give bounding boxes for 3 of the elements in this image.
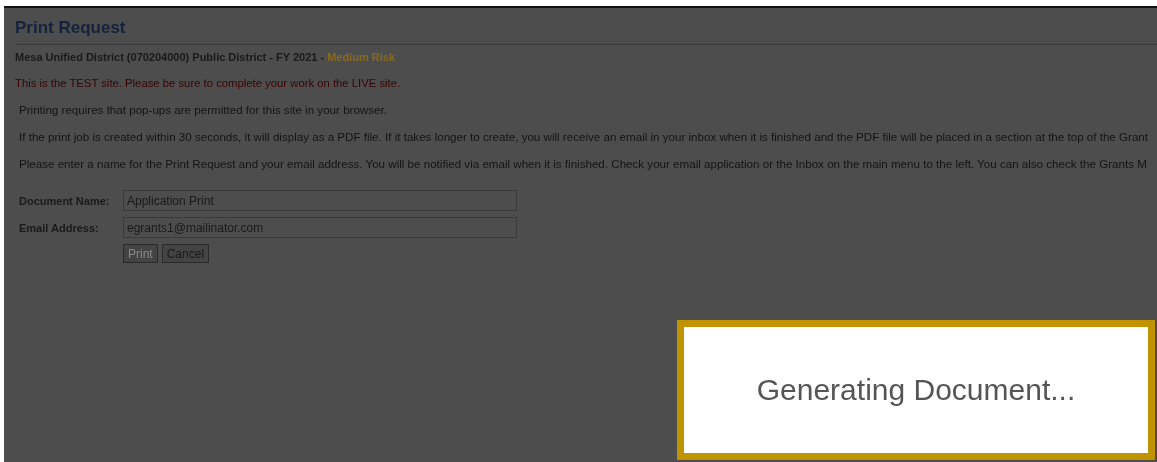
page-title: Print Request <box>15 18 126 38</box>
test-site-warning: This is the TEST site. Please be sure to complete your work on the LIVE site. <box>15 77 401 89</box>
loading-message: Generating Document... <box>756 373 1076 407</box>
